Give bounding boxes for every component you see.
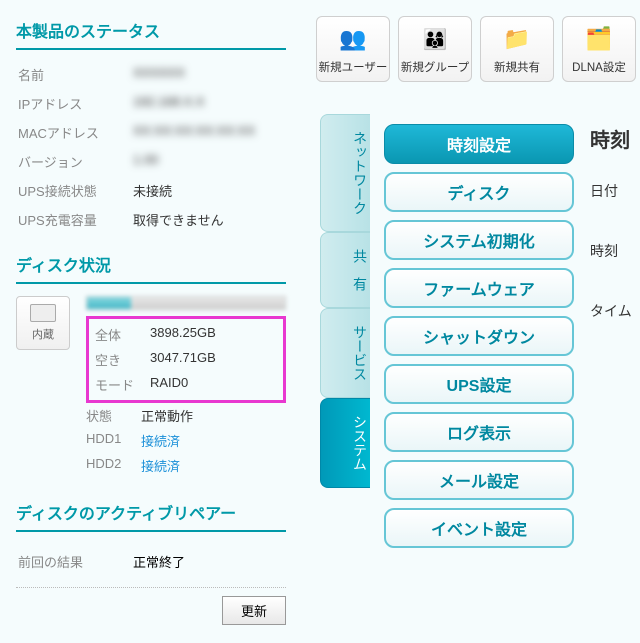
menu-firmware[interactable]: ファームウェア <box>384 268 574 308</box>
new-user-button[interactable]: 新規ユーザー <box>316 16 390 82</box>
menu-init[interactable]: システム初期化 <box>384 220 574 260</box>
new-group-button[interactable]: 新規グループ <box>398 16 472 82</box>
menu-event[interactable]: イベント設定 <box>384 508 574 548</box>
dlna-label: DLNA設定 <box>572 59 626 75</box>
hdd2-link[interactable]: 接続済 <box>141 456 180 475</box>
value-version: 1.00 <box>133 152 158 171</box>
tab-service[interactable]: サービス <box>320 308 370 398</box>
tab-share[interactable]: 共 有 <box>320 232 370 308</box>
disk-total-value: 3898.25GB <box>150 325 216 344</box>
label-ups-charge: UPS充電容量 <box>18 210 133 229</box>
right-label-tz: タイム <box>590 301 632 321</box>
disk-mode-label: モード <box>95 375 150 394</box>
tab-system[interactable]: システム <box>320 398 370 488</box>
disk-title: ディスク状況 <box>16 252 286 284</box>
repair-last-label: 前回の結果 <box>18 552 133 571</box>
hdd1-label: HDD1 <box>86 431 141 450</box>
dlna-button[interactable]: DLNA設定 <box>562 16 636 82</box>
disk-icon <box>30 304 56 322</box>
disk-highlight-box: 全体3898.25GB 空き3047.71GB モードRAID0 <box>86 316 286 403</box>
tab-network[interactable]: ネットワーク <box>320 114 370 232</box>
menu-ups[interactable]: UPS設定 <box>384 364 574 404</box>
dlna-icon <box>582 25 616 53</box>
status-table: 名前XXXXXX IPアドレス192.168.X.X MACアドレスXX:XX:… <box>16 60 286 234</box>
folder-icon <box>500 25 534 53</box>
right-label-time: 時刻 <box>590 241 632 261</box>
menu-mail[interactable]: メール設定 <box>384 460 574 500</box>
users-icon <box>336 25 370 53</box>
value-name: XXXXXX <box>133 65 185 84</box>
group-icon <box>418 25 452 53</box>
menu-log[interactable]: ログ表示 <box>384 412 574 452</box>
disk-state-value: 正常動作 <box>141 406 193 425</box>
value-mac: XX:XX:XX:XX:XX:XX <box>133 123 255 142</box>
value-ups-conn: 未接続 <box>133 181 172 200</box>
label-ups-conn: UPS接続状態 <box>18 181 133 200</box>
disk-free-value: 3047.71GB <box>150 350 216 369</box>
right-label-date: 日付 <box>590 181 632 201</box>
disk-mode-value: RAID0 <box>150 375 188 394</box>
status-title: 本製品のステータス <box>16 18 286 50</box>
repair-last-value: 正常終了 <box>133 552 185 571</box>
new-share-label: 新規共有 <box>494 59 540 75</box>
hdd2-label: HDD2 <box>86 456 141 475</box>
repair-title: ディスクのアクティブリペアー <box>16 500 286 532</box>
label-mac: MACアドレス <box>18 123 133 142</box>
disk-total-label: 全体 <box>95 325 150 344</box>
menu-disk[interactable]: ディスク <box>384 172 574 212</box>
disk-free-label: 空き <box>95 350 150 369</box>
disk-usage-bar <box>86 296 286 310</box>
menu-time[interactable]: 時刻設定 <box>384 124 574 164</box>
new-user-label: 新規ユーザー <box>319 59 388 75</box>
label-name: 名前 <box>18 65 133 84</box>
internal-disk-button[interactable]: 内蔵 <box>16 296 70 350</box>
label-version: バージョン <box>18 152 133 171</box>
update-button[interactable]: 更新 <box>222 596 286 625</box>
value-ip: 192.168.X.X <box>133 94 205 113</box>
right-panel-title: 時刻 <box>590 124 632 153</box>
value-ups-charge: 取得できません <box>133 210 224 229</box>
disk-icon-label: 内蔵 <box>32 326 54 342</box>
label-ip: IPアドレス <box>18 94 133 113</box>
disk-state-label: 状態 <box>86 406 141 425</box>
new-group-label: 新規グループ <box>401 59 469 75</box>
menu-shutdown[interactable]: シャットダウン <box>384 316 574 356</box>
hdd1-link[interactable]: 接続済 <box>141 431 180 450</box>
new-share-button[interactable]: 新規共有 <box>480 16 554 82</box>
